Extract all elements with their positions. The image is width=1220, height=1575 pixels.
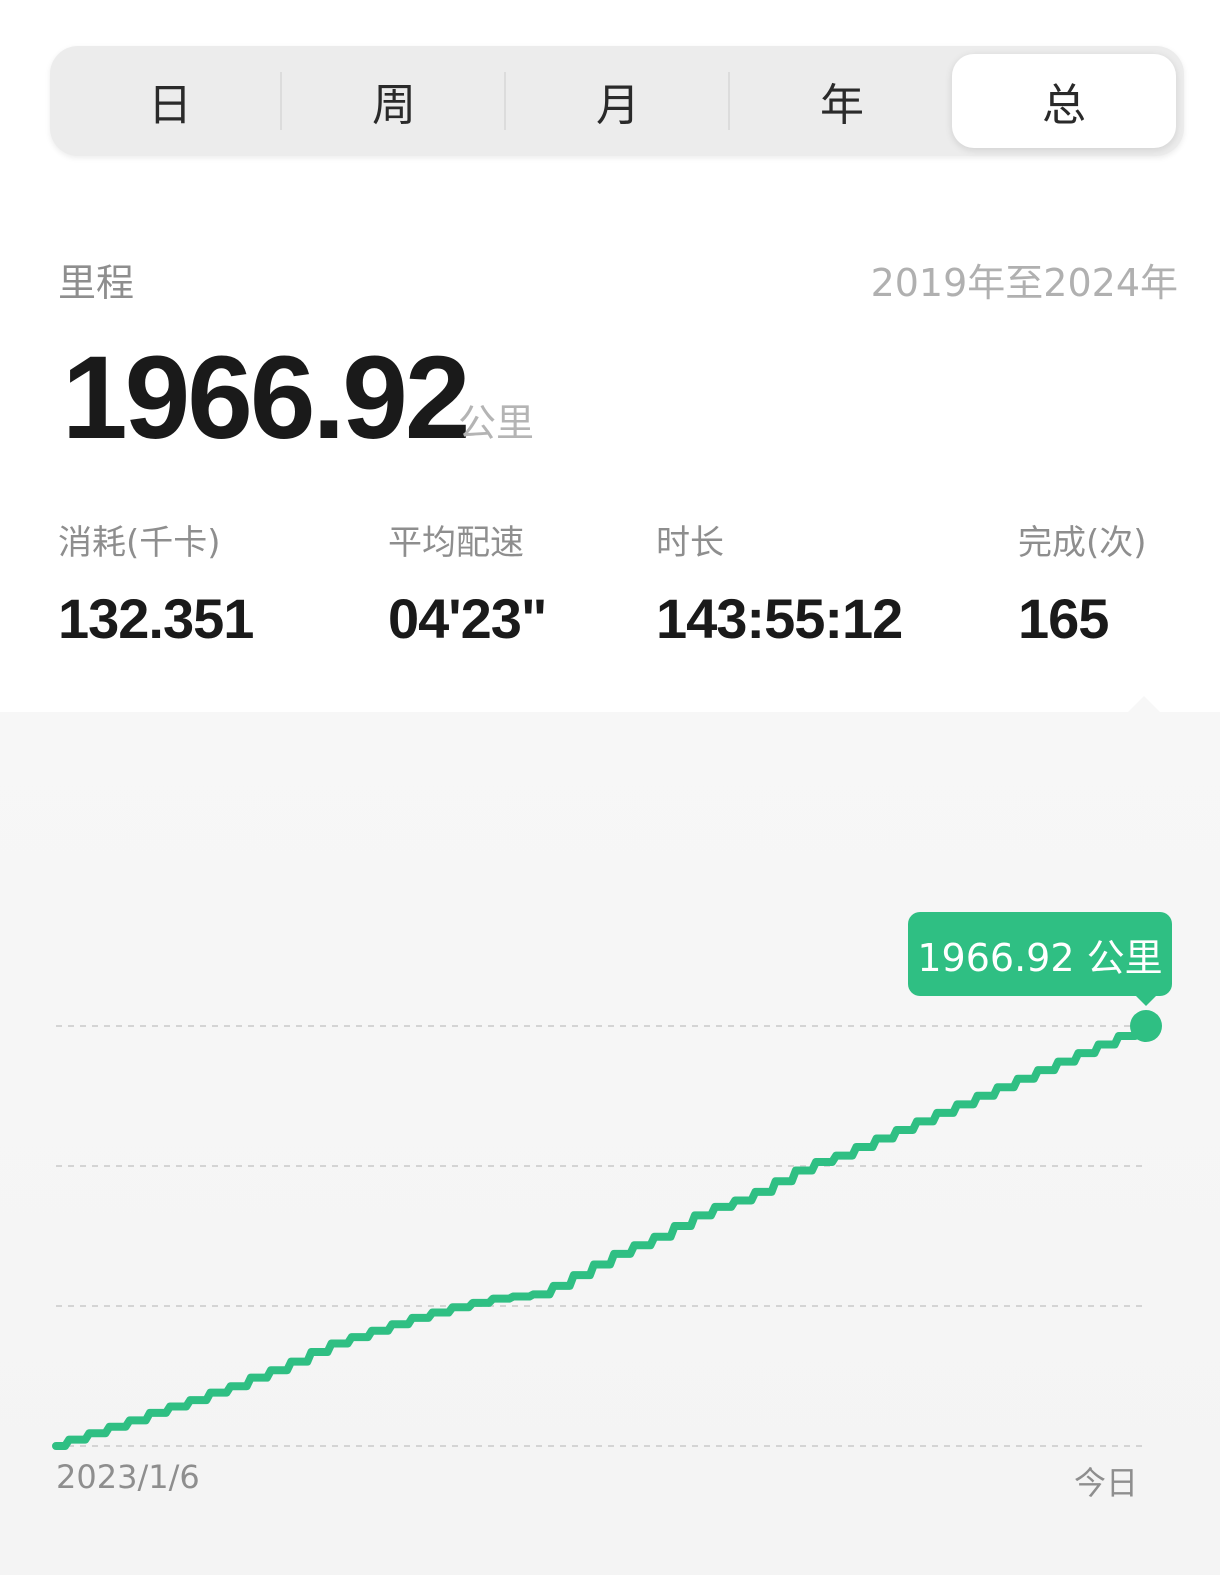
cumulative-distance-line xyxy=(52,1022,1150,1450)
x-axis-start-label: 2023/1/6 xyxy=(56,1458,200,1496)
cumulative-distance-chart xyxy=(52,1010,1162,1450)
x-axis-end-label: 今日 xyxy=(1074,1464,1139,1502)
line-end-point[interactable] xyxy=(1130,1010,1162,1042)
chart-tooltip: 1966.92 公里 xyxy=(908,912,1172,996)
chart-tooltip-arrow xyxy=(1134,994,1158,1006)
